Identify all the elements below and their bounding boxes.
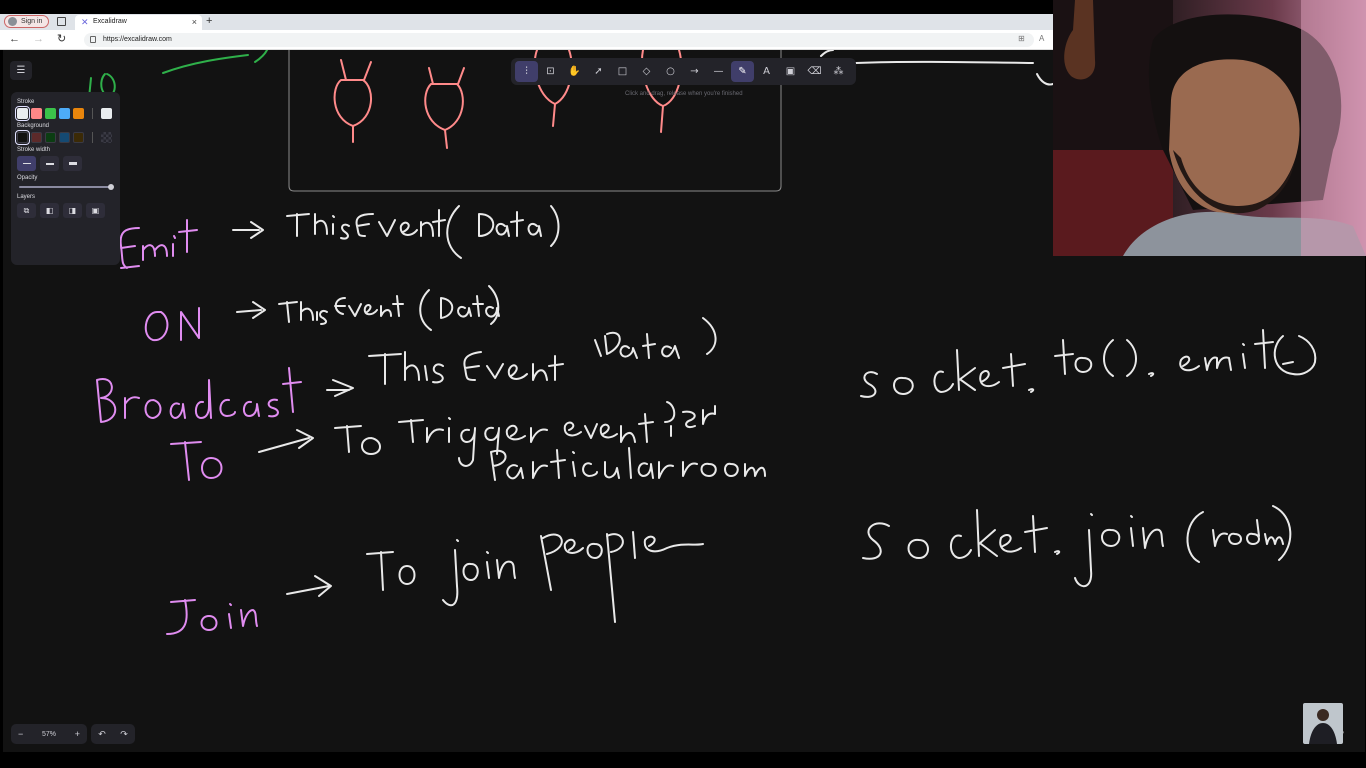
stroke-color-swatch[interactable]: [31, 108, 42, 119]
stroke-width-thin-button[interactable]: [17, 156, 36, 171]
green-strokes: [88, 50, 268, 99]
zoom-out-button[interactable]: −: [18, 729, 23, 739]
person-icon: [1309, 709, 1337, 744]
text-icon[interactable]: A: [755, 61, 778, 82]
toolbar-hint: Click and drag, release when you're fini…: [625, 91, 743, 97]
stroke-width-bold-button[interactable]: [40, 156, 59, 171]
handwriting-on: [144, 307, 200, 342]
stroke-color-swatch[interactable]: [73, 108, 84, 119]
site-info-icon[interactable]: [90, 36, 96, 43]
webcam-overlay: [1053, 0, 1366, 256]
excalidraw-favicon-icon: ✕: [81, 17, 89, 27]
read-aloud-icon[interactable]: A: [1039, 34, 1044, 43]
handwriting-to-rest: [258, 401, 766, 481]
bottom-border: [0, 752, 1366, 768]
opacity-slider-handle[interactable]: [108, 184, 114, 190]
hand-icon[interactable]: ✋: [563, 61, 586, 82]
presenter-video-icon: [1053, 0, 1366, 256]
stroke-width-row: [17, 156, 114, 171]
shapes-icon[interactable]: ⁂: [827, 61, 850, 82]
avatar-icon: [8, 17, 17, 26]
handwriting-broadcast-rest: [326, 317, 717, 397]
handwriting-join-rest: [286, 531, 704, 623]
tab-excalidraw[interactable]: ✕ Excalidraw ×: [75, 15, 202, 30]
handwriting-broadcast: [96, 367, 302, 423]
background-color-row: [15, 130, 114, 145]
opacity-label: Opacity: [17, 175, 38, 181]
pointer-icon[interactable]: ➚: [587, 61, 610, 82]
new-tab-button[interactable]: +: [206, 14, 212, 29]
stroke-width-label: Stroke width: [17, 147, 51, 153]
eraser-icon[interactable]: ⌫: [803, 61, 826, 82]
bring-forward-icon[interactable]: ◨: [63, 203, 82, 218]
background-color-swatch[interactable]: [45, 132, 56, 143]
zoom-in-button[interactable]: +: [75, 729, 80, 739]
stroke-color-swatch[interactable]: [45, 108, 56, 119]
layers-label: Layers: [17, 194, 36, 200]
main-menu-button[interactable]: ☰: [10, 61, 32, 80]
handwriting-to: [170, 441, 223, 481]
background-color-swatch[interactable]: [59, 132, 70, 143]
divider: [92, 132, 93, 143]
send-to-back-icon[interactable]: ⧉: [17, 203, 36, 218]
sign-in-label: Sign in: [21, 18, 43, 25]
opacity-slider-fill: [19, 186, 111, 188]
ellipse-icon[interactable]: ○: [659, 61, 682, 82]
url-field[interactable]: https://excalidraw.com: [84, 33, 1034, 47]
browser-tab-strip: Sign in ✕ Excalidraw × +: [0, 14, 1053, 30]
reload-icon[interactable]: ↻: [57, 33, 66, 46]
arrow-icon[interactable]: →: [683, 61, 706, 82]
channel-thumbnail: [1303, 703, 1343, 744]
back-icon[interactable]: ←: [9, 33, 20, 46]
stroke-width-extra-bold-button[interactable]: [63, 156, 82, 171]
app-available-icon[interactable]: ⊞: [1018, 34, 1025, 43]
handwriting-emit: [119, 219, 198, 269]
background-transparent-swatch[interactable]: [101, 132, 112, 143]
properties-panel: Stroke Background Stroke width Opacity L…: [11, 92, 120, 265]
undo-icon[interactable]: ↶: [98, 729, 106, 740]
close-tab-icon[interactable]: ×: [192, 15, 197, 29]
zoom-controls: − 57% +: [11, 724, 87, 744]
address-bar-row: ← → ↻ https://excalidraw.com ⊞ A: [0, 30, 1053, 50]
background-color-swatch[interactable]: [31, 132, 42, 143]
handwriting-emit-rest: [232, 205, 560, 259]
layers-row: ⧉ ◧ ◨ ▣: [17, 203, 114, 218]
stroke-color-swatch[interactable]: [59, 108, 70, 119]
lock-icon[interactable]: ⊡: [539, 61, 562, 82]
stroke-label: Stroke: [17, 99, 35, 105]
forward-icon[interactable]: →: [33, 33, 44, 46]
divider: [92, 108, 93, 119]
handwriting-join: [166, 599, 258, 635]
line-icon[interactable]: —: [707, 61, 730, 82]
bring-to-front-icon[interactable]: ▣: [86, 203, 105, 218]
handwriting-on-rest: [236, 285, 500, 331]
stroke-current-color[interactable]: [101, 108, 112, 119]
rectangle-icon[interactable]: □: [611, 61, 634, 82]
tab-actions-icon[interactable]: [57, 17, 66, 26]
background-color-swatch[interactable]: [73, 132, 84, 143]
handwriting-socket-join: [862, 505, 1292, 588]
opacity-slider[interactable]: [19, 184, 114, 190]
stroke-color-row: [15, 106, 114, 121]
diamond-icon[interactable]: ◇: [635, 61, 658, 82]
tab-title: Excalidraw: [93, 18, 127, 25]
handwriting-socket-to-emit: [860, 329, 1317, 398]
toolbar-lock-icon[interactable]: ⫶: [515, 61, 538, 82]
background-color-swatch[interactable]: [15, 130, 30, 145]
image-icon[interactable]: ▣: [779, 61, 802, 82]
sign-in-button[interactable]: Sign in: [4, 15, 50, 28]
pencil-icon[interactable]: ✎: [731, 61, 754, 82]
background-label: Background: [17, 123, 50, 129]
hamburger-icon: ☰: [16, 65, 26, 76]
undo-redo-controls: ↶ ↷: [91, 724, 135, 744]
send-backward-icon[interactable]: ◧: [40, 203, 59, 218]
stroke-color-swatch[interactable]: [15, 106, 30, 121]
url-text: https://excalidraw.com: [103, 36, 172, 43]
toolbar: ⫶ ⊡ ✋ ➚ □ ◇ ○ → — ✎ A ▣ ⌫ ⁂: [511, 58, 856, 85]
redo-icon[interactable]: ↷: [120, 729, 128, 740]
zoom-level[interactable]: 57%: [42, 731, 56, 738]
